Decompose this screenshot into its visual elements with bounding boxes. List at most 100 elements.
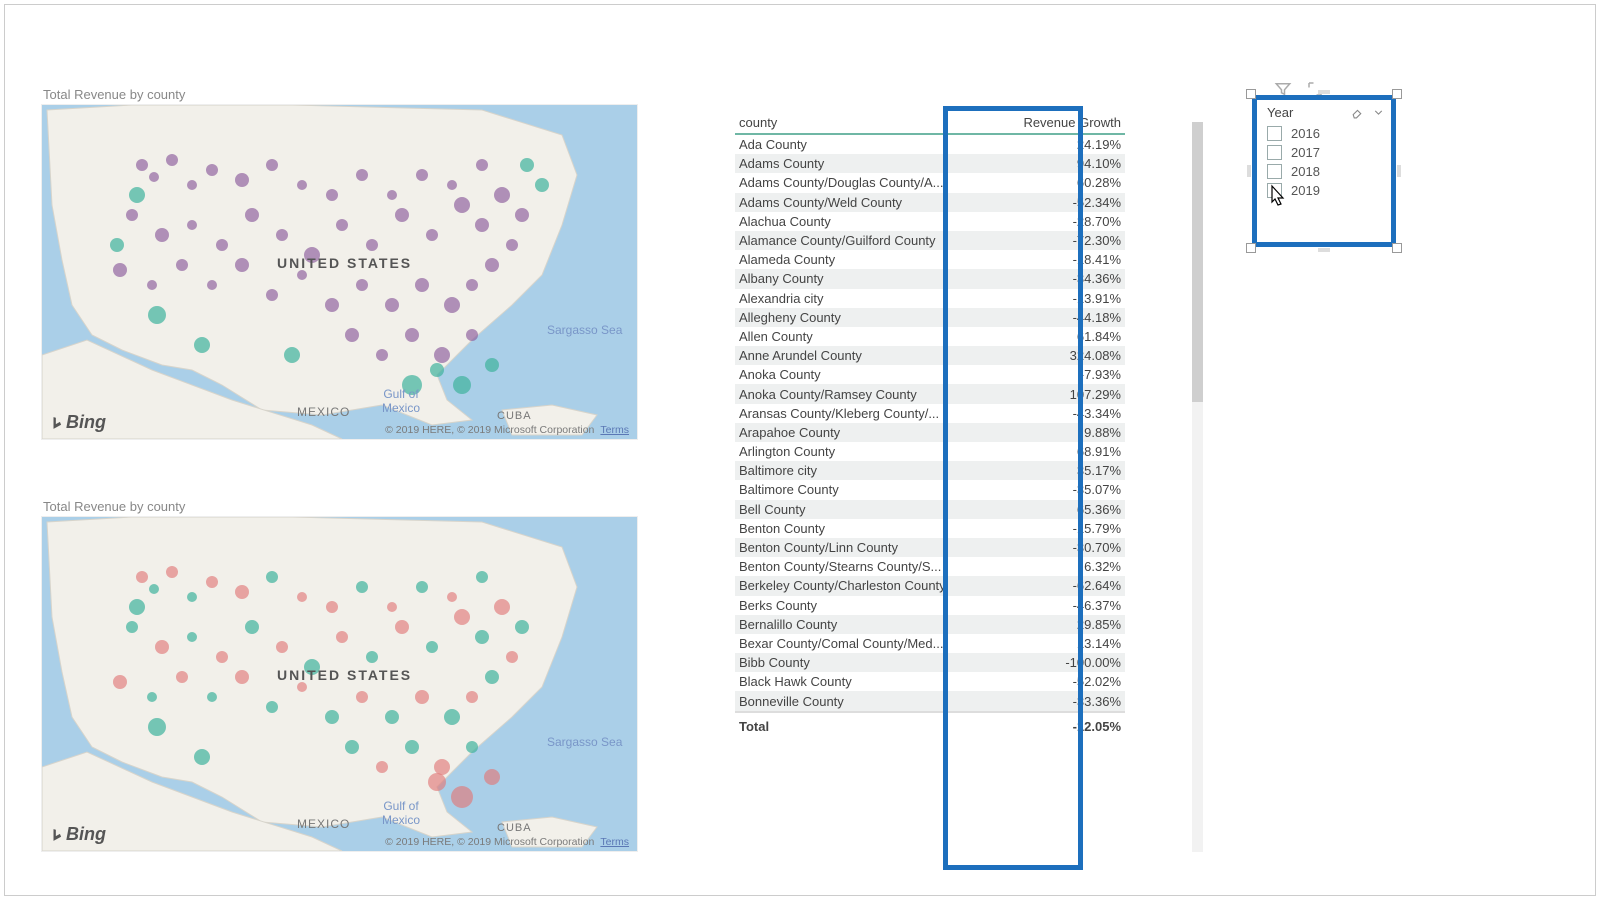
revenue-growth-table[interactable]: county Revenue Growth Ada County24.19%Ad…	[735, 112, 1125, 850]
col-county[interactable]: county	[735, 112, 994, 134]
map1-title: Total Revenue by county	[41, 87, 636, 104]
checkbox[interactable]	[1267, 183, 1282, 198]
cell-county: Benton County/Stearns County/S...	[735, 557, 994, 576]
bing-logo: Bing	[50, 412, 106, 433]
cell-county: Baltimore County	[735, 480, 994, 499]
cell-county: Alamance County/Guilford County	[735, 231, 994, 250]
table-row[interactable]: Alexandria city-13.91%	[735, 289, 1125, 308]
table-row[interactable]: Baltimore County-35.07%	[735, 480, 1125, 499]
cell-growth: 13.14%	[994, 634, 1125, 653]
cell-county: Aransas County/Kleberg County/...	[735, 404, 994, 423]
cell-growth: 324.08%	[994, 346, 1125, 365]
table-row[interactable]: Berkeley County/Charleston County-62.64%	[735, 576, 1125, 595]
table-row[interactable]: Albany County-34.36%	[735, 269, 1125, 288]
chevron-down-icon[interactable]	[1372, 106, 1385, 119]
slicer-item[interactable]: 2016	[1267, 124, 1385, 143]
cell-growth: 94.10%	[994, 154, 1125, 173]
table-row[interactable]: Bibb County-100.00%	[735, 653, 1125, 672]
slicer-item[interactable]: 2018	[1267, 162, 1385, 181]
slicer-item-label: 2018	[1291, 164, 1320, 179]
cell-county: Berks County	[735, 596, 994, 615]
cell-growth: -100.00%	[994, 653, 1125, 672]
table-row[interactable]: Bell County65.36%	[735, 500, 1125, 519]
map2-title: Total Revenue by county	[41, 499, 636, 516]
cell-county: Benton County	[735, 519, 994, 538]
terms-link[interactable]: Terms	[600, 424, 629, 436]
table-row[interactable]: Bonneville County-33.36%	[735, 691, 1125, 711]
table-row[interactable]: Benton County/Stearns County/S...6.32%	[735, 557, 1125, 576]
total-label: Total	[735, 712, 994, 736]
table-row[interactable]: Adams County/Weld County-52.34%	[735, 193, 1125, 212]
table-row[interactable]: Adams County94.10%	[735, 154, 1125, 173]
slicer-item-label: 2019	[1291, 183, 1320, 198]
table-row[interactable]: Adams County/Douglas County/A...60.28%	[735, 173, 1125, 192]
cell-growth: -52.02%	[994, 672, 1125, 691]
cell-county: Allen County	[735, 327, 994, 346]
table-row[interactable]: Allen County61.84%	[735, 327, 1125, 346]
cell-county: Allegheny County	[735, 308, 994, 327]
table-row[interactable]: Bexar County/Comal County/Med...13.14%	[735, 634, 1125, 653]
label-cuba: CUBA	[497, 410, 532, 422]
col-revenue-growth[interactable]: Revenue Growth	[994, 112, 1125, 134]
slicer-item[interactable]: 2017	[1267, 143, 1385, 162]
eraser-icon[interactable]	[1351, 106, 1364, 119]
table-row[interactable]: Bernalillo County29.85%	[735, 615, 1125, 634]
cell-growth: -72.30%	[994, 231, 1125, 250]
label-united-states: UNITED STATES	[277, 255, 412, 271]
cell-county: Bexar County/Comal County/Med...	[735, 634, 994, 653]
cell-growth: -52.34%	[994, 193, 1125, 212]
total-value: -12.05%	[994, 712, 1125, 736]
cell-growth: -35.07%	[994, 480, 1125, 499]
table-row[interactable]: Anoka County-7.93%	[735, 365, 1125, 384]
cell-county: Bibb County	[735, 653, 994, 672]
cell-growth: 61.84%	[994, 327, 1125, 346]
label-gulf: Gulf of Mexico	[382, 799, 420, 827]
table-row[interactable]: Benton County/Linn County-30.70%	[735, 538, 1125, 557]
cell-county: Anoka County/Ramsey County	[735, 384, 994, 403]
cell-growth: -43.34%	[994, 404, 1125, 423]
slicer-item-label: 2016	[1291, 126, 1320, 141]
table-row[interactable]: Allegheny County-44.18%	[735, 308, 1125, 327]
map-revenue-by-county-1[interactable]: Total Revenue by county UNITED STATES ME…	[41, 87, 636, 440]
table-row[interactable]: Anne Arundel County324.08%	[735, 346, 1125, 365]
cell-growth: -18.41%	[994, 250, 1125, 269]
table-row[interactable]: Benton County-15.79%	[735, 519, 1125, 538]
table-row[interactable]: Aransas County/Kleberg County/...-43.34%	[735, 404, 1125, 423]
table-row[interactable]: Alameda County-18.41%	[735, 250, 1125, 269]
checkbox[interactable]	[1267, 126, 1282, 141]
cell-growth: -46.37%	[994, 596, 1125, 615]
terms-link[interactable]: Terms	[600, 836, 629, 848]
table-scrollbar[interactable]	[1192, 122, 1203, 852]
map2-datapoints	[42, 517, 637, 851]
cell-growth: -15.79%	[994, 519, 1125, 538]
cell-growth: 9.88%	[994, 423, 1125, 442]
cell-county: Bonneville County	[735, 691, 994, 711]
slicer-item[interactable]: 2019	[1267, 181, 1385, 200]
table-row[interactable]: Ada County24.19%	[735, 134, 1125, 154]
table-row[interactable]: Arapahoe County9.88%	[735, 423, 1125, 442]
label-sargasso: Sargasso Sea	[547, 323, 622, 337]
checkbox[interactable]	[1267, 164, 1282, 179]
table-row[interactable]: Anoka County/Ramsey County107.29%	[735, 384, 1125, 403]
cell-county: Alameda County	[735, 250, 994, 269]
cell-growth: -30.70%	[994, 538, 1125, 557]
cell-county: Benton County/Linn County	[735, 538, 994, 557]
table-row[interactable]: Alamance County/Guilford County-72.30%	[735, 231, 1125, 250]
cell-growth: 24.19%	[994, 134, 1125, 154]
cell-county: Adams County/Douglas County/A...	[735, 173, 994, 192]
label-mexico: MEXICO	[297, 405, 350, 419]
table-row[interactable]: Baltimore city35.17%	[735, 461, 1125, 480]
map-copyright: © 2019 HERE, © 2019 Microsoft Corporatio…	[385, 424, 629, 436]
map-revenue-by-county-2[interactable]: Total Revenue by county UNITED STATES ME…	[41, 499, 636, 852]
slicer-item-label: 2017	[1291, 145, 1320, 160]
cell-growth: 65.36%	[994, 500, 1125, 519]
year-slicer[interactable]: Year 2016201720182019	[1252, 95, 1396, 247]
cell-growth: -33.36%	[994, 691, 1125, 711]
table-row[interactable]: Arlington County68.91%	[735, 442, 1125, 461]
cell-county: Adams County	[735, 154, 994, 173]
checkbox[interactable]	[1267, 145, 1282, 160]
table-row[interactable]: Berks County-46.37%	[735, 596, 1125, 615]
table-row[interactable]: Alachua County-28.70%	[735, 212, 1125, 231]
table-row[interactable]: Black Hawk County-52.02%	[735, 672, 1125, 691]
cell-growth: -44.18%	[994, 308, 1125, 327]
